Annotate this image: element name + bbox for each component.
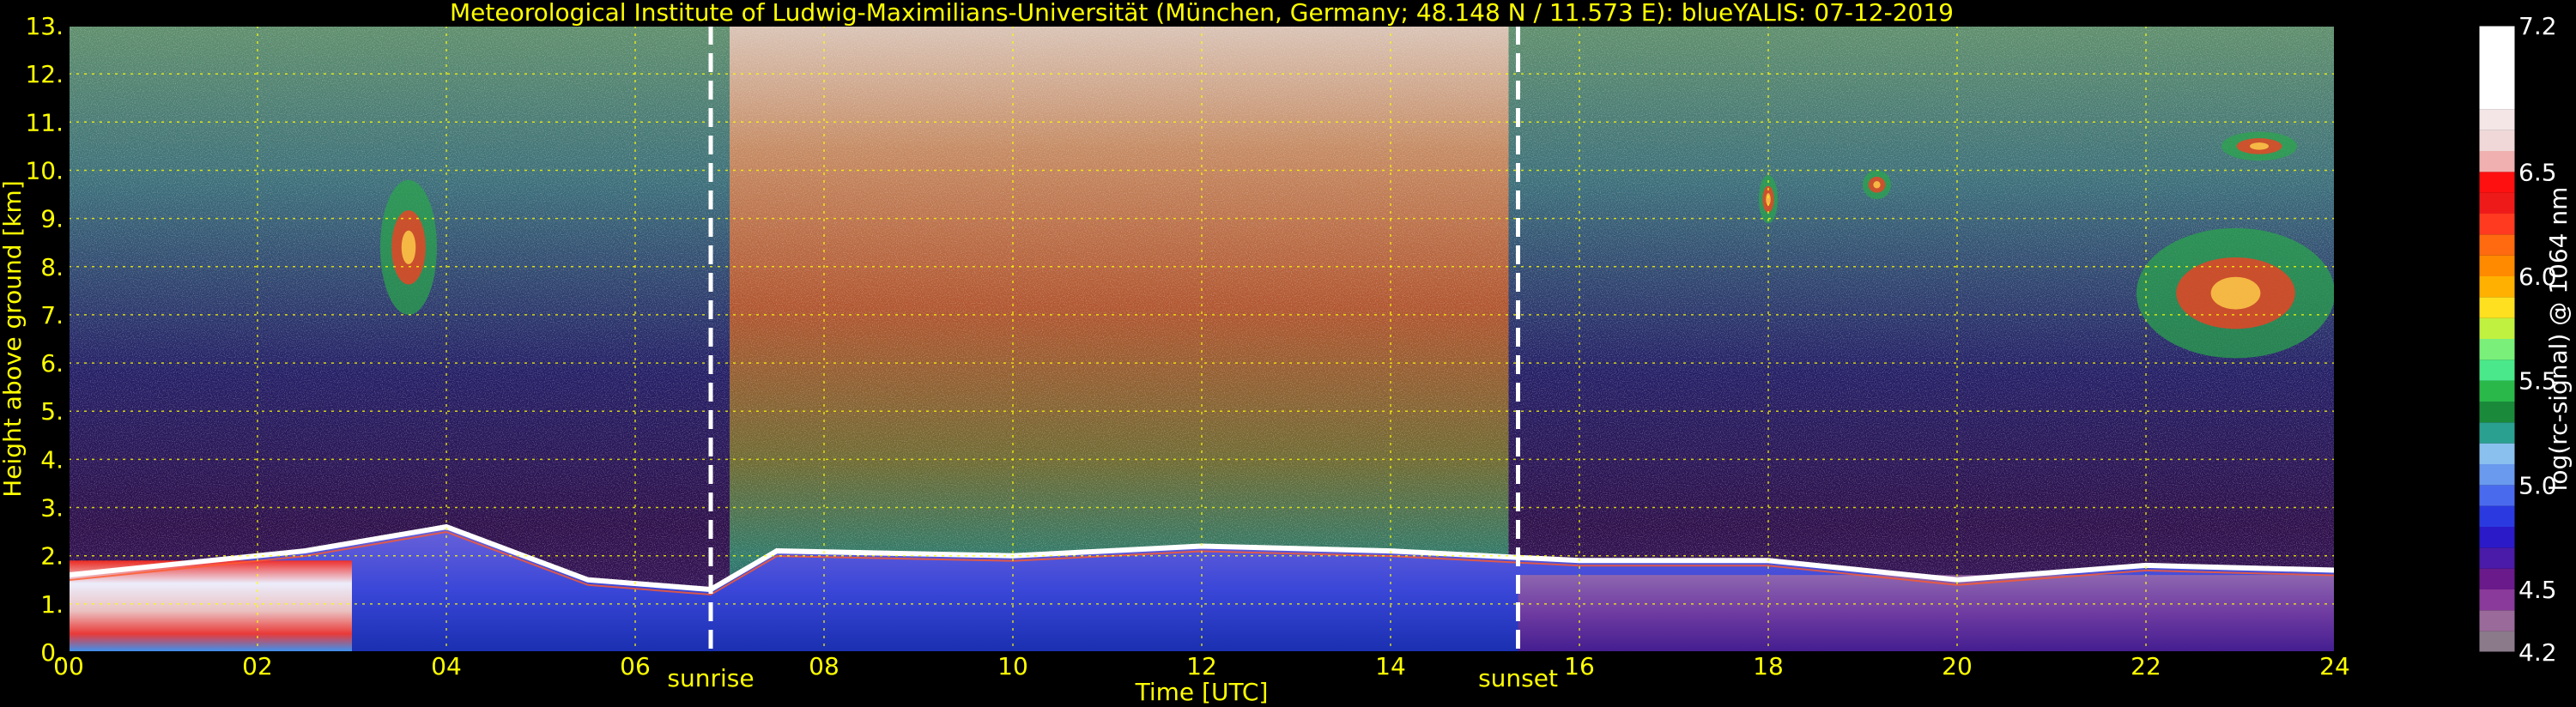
colorbar-segment — [2479, 151, 2515, 172]
colorbar-segment — [2479, 109, 2515, 130]
x-tick-label: 06 — [620, 652, 651, 680]
x-tick-label: 22 — [2131, 652, 2161, 680]
colorbar-segment — [2479, 317, 2515, 339]
x-tick-label: 12 — [1186, 652, 1217, 680]
y-tick-label: 6. — [40, 349, 64, 378]
colorbar-segment — [2479, 130, 2515, 151]
colorbar-segment — [2479, 360, 2515, 381]
colorbar-segment — [2479, 26, 2515, 110]
x-tick-label: 10 — [997, 652, 1028, 680]
night-boundary-layer — [1518, 575, 2335, 652]
x-axis-label: Time [UTC] — [1135, 678, 1269, 706]
x-axis-ticks: 00 02 04 06 08 10 12 14 16 18 20 22 24 — [53, 652, 2350, 680]
colorbar-segment — [2479, 422, 2515, 444]
x-tick-label: 24 — [2319, 652, 2350, 680]
colorbar-segment — [2479, 255, 2515, 276]
y-tick-label: 5. — [40, 397, 64, 426]
colorbar-segment — [2479, 192, 2515, 214]
x-tick-label: 20 — [1942, 652, 1973, 680]
y-tick-label: 8. — [40, 253, 64, 281]
colorbar-segment — [2479, 380, 2515, 402]
colorbar-tick-label: 4.5 — [2518, 576, 2557, 604]
early-morning-aerosol-layer — [69, 560, 352, 652]
y-tick-label: 3. — [40, 494, 64, 523]
colorbar-segment — [2479, 172, 2515, 193]
y-tick-label: 10. — [25, 156, 64, 184]
y-tick-label: 2. — [40, 542, 64, 571]
cirrus-peak — [1873, 181, 1881, 189]
colorbar-segment — [2479, 276, 2515, 298]
colorbar-tick-label: 4.2 — [2518, 638, 2557, 667]
x-tick-label: 18 — [1753, 652, 1784, 680]
colorbar-segment — [2479, 631, 2515, 652]
y-tick-label: 4. — [40, 445, 64, 474]
colorbar-segment — [2479, 214, 2515, 235]
x-tick-label: 02 — [242, 652, 273, 680]
x-tick-label: 14 — [1375, 652, 1406, 680]
colorbar-segment — [2479, 527, 2515, 548]
colorbar-label: log(rc-signal) @ 1064 nm — [2544, 187, 2573, 492]
chart-title: Meteorological Institute of Ludwig-Maxim… — [450, 0, 1954, 27]
colorbar-segment — [2479, 547, 2515, 569]
colorbar-tick-label: 7.2 — [2518, 12, 2557, 40]
colorbar-segment — [2479, 297, 2515, 318]
y-tick-label: 7. — [40, 301, 64, 329]
x-tick-label: 16 — [1564, 652, 1595, 680]
y-tick-label: 9. — [40, 205, 64, 233]
y-axis-ticks: 0.1.2.3.4.5.6.7.8.9.10.11.12.13. — [25, 12, 64, 667]
lidar-quicklook-chart: Meteorological Institute of Ludwig-Maxim… — [0, 0, 2573, 706]
x-tick-label: 08 — [809, 652, 839, 680]
cirrus-peak — [2210, 276, 2261, 310]
y-tick-label: 13. — [25, 12, 64, 40]
y-tick-label: 12. — [25, 60, 64, 88]
x-tick-label: 04 — [431, 652, 462, 680]
colorbar-tick-label: 6.5 — [2518, 158, 2557, 186]
y-tick-label: 1. — [40, 590, 64, 619]
colorbar-segment — [2479, 464, 2515, 486]
colorbar-segment — [2479, 402, 2515, 423]
colorbar-segment — [2479, 610, 2515, 631]
colorbar-segment — [2479, 589, 2515, 611]
sunrise-label: sunrise — [667, 664, 754, 692]
colorbar-segment — [2479, 505, 2515, 527]
sun-marker-labels: sunrise sunset — [667, 664, 1558, 692]
plot-area — [69, 26, 2335, 652]
colorbar-segment — [2479, 234, 2515, 256]
sunset-label: sunset — [1478, 664, 1558, 692]
colorbar-segment — [2479, 339, 2515, 360]
cirrus-peak — [2250, 142, 2269, 150]
colorbar-segment — [2479, 485, 2515, 506]
cirrus-peak — [401, 230, 416, 264]
y-tick-label: 11. — [25, 108, 64, 136]
x-tick-label: 00 — [53, 652, 84, 680]
colorbar-segment — [2479, 443, 2515, 464]
colorbar-segment — [2479, 568, 2515, 589]
y-axis-label: Height above ground [km] — [0, 180, 27, 498]
